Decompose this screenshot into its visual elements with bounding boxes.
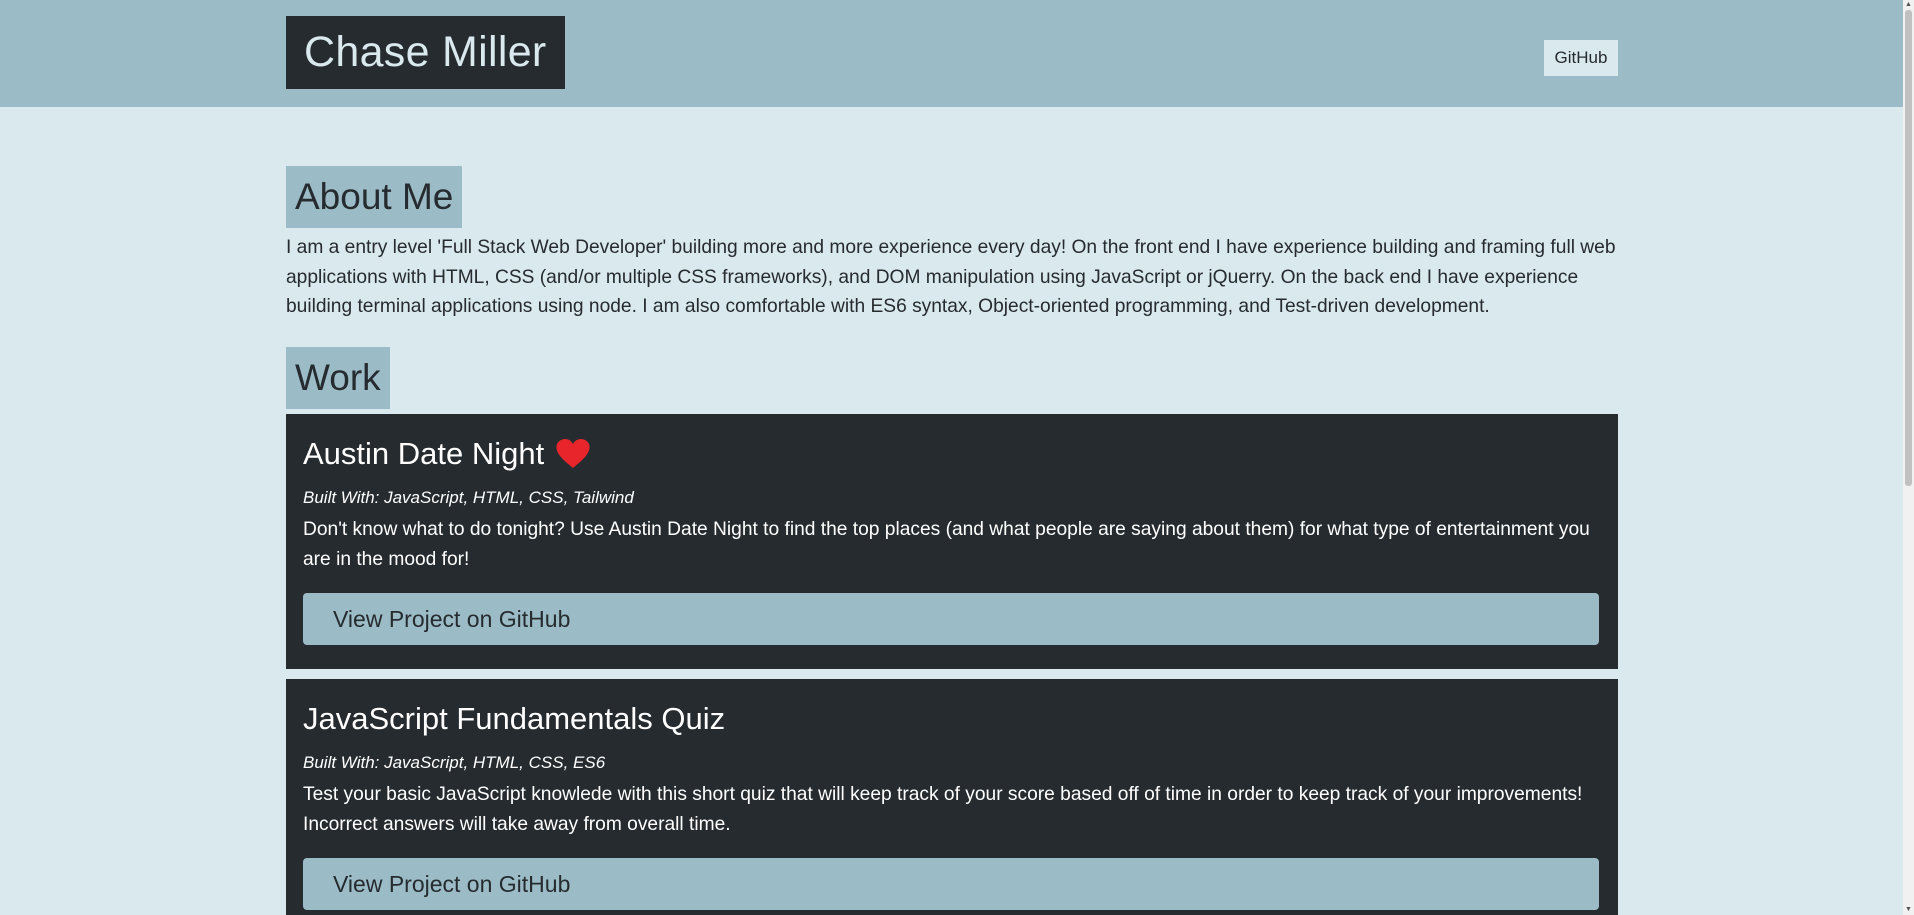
project-description: Don't know what to do tonight? Use Austi… bbox=[303, 519, 1590, 570]
project-title: Austin Date Night bbox=[303, 436, 545, 471]
project-card: JavaScript Fundamentals Quiz Built With:… bbox=[286, 679, 1618, 915]
project-title: JavaScript Fundamentals Quiz bbox=[303, 701, 726, 736]
project-card: Austin Date Night Built With: JavaScript… bbox=[286, 414, 1618, 669]
project-title-row: Austin Date Night bbox=[303, 436, 590, 472]
project-built-with: Built With: JavaScript, HTML, CSS, ES6 bbox=[303, 753, 606, 772]
portfolio-page: Chase Miller GitHub About Me I am a entr… bbox=[0, 0, 1914, 915]
page-scrollbar[interactable]: ▲ ▼ bbox=[1903, 0, 1914, 915]
about-heading: About Me bbox=[286, 166, 463, 228]
view-project-button[interactable]: View Project on GitHub bbox=[303, 593, 1599, 645]
view-project-button[interactable]: View Project on GitHub bbox=[303, 858, 1599, 910]
about-text: I am a entry level 'Full Stack Web Devel… bbox=[286, 237, 1616, 317]
top-header: Chase Miller GitHub bbox=[0, 0, 1903, 107]
heart-icon bbox=[556, 439, 590, 468]
work-heading: Work bbox=[286, 347, 390, 409]
site-brand[interactable]: Chase Miller bbox=[286, 16, 565, 89]
project-built-with: Built With: JavaScript, HTML, CSS, Tailw… bbox=[303, 488, 634, 507]
scroll-down-icon[interactable]: ▼ bbox=[1905, 906, 1912, 914]
project-description: Test your basic JavaScript knowlede with… bbox=[303, 784, 1583, 835]
scroll-up-icon[interactable]: ▲ bbox=[1905, 1, 1912, 9]
scrollbar-thumb[interactable] bbox=[1905, 10, 1912, 486]
github-nav-link[interactable]: GitHub bbox=[1544, 40, 1618, 76]
